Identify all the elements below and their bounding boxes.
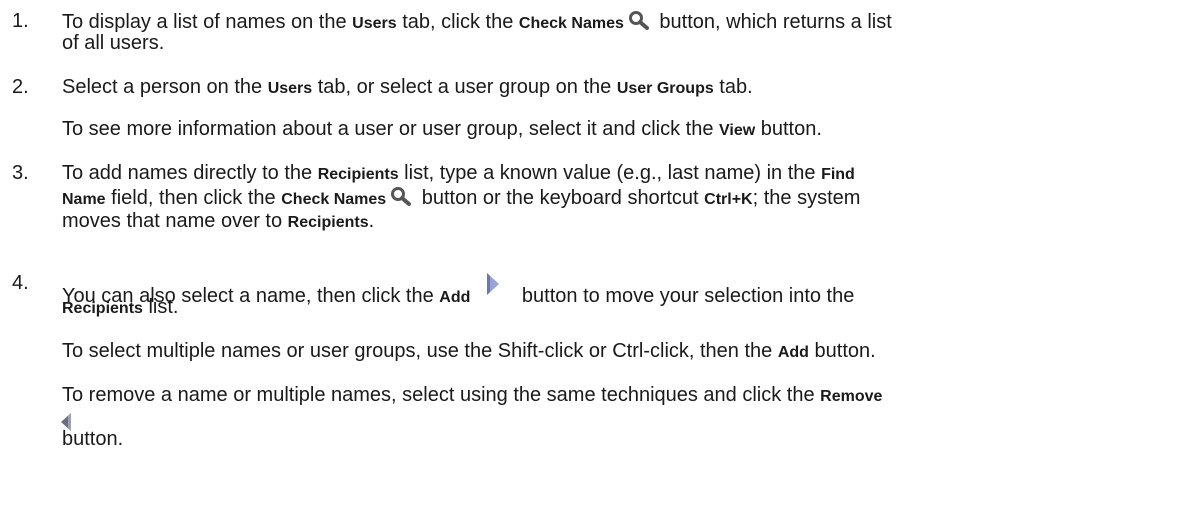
step-4-line-5: button. (62, 428, 124, 450)
search-icon (628, 10, 650, 36)
find-name-label: Name (62, 191, 106, 208)
step-3-text: button or the keyboard shortcut (416, 187, 705, 209)
step-4-text: To select multiple names or user groups,… (62, 340, 778, 362)
users-tab-label: Users (352, 15, 397, 32)
check-names-label: Check Names (281, 191, 387, 208)
step-3-number: 3. (12, 162, 29, 184)
remove-button-label: Remove (820, 388, 883, 405)
step-2-text: tab. (713, 76, 753, 98)
step-2-line-2: To see more information about a user or … (62, 118, 822, 141)
shortcut-label: Ctrl+K (704, 191, 753, 208)
step-3-text: To add names directly to the (62, 162, 318, 184)
recipients-label: Recipients (317, 166, 399, 183)
step-3-line-2: Name field, then click the Check Names b… (62, 186, 860, 212)
step-3-text: ; the system (752, 187, 861, 209)
step-4-line-4: To remove a name or multiple names, sele… (62, 384, 882, 407)
step-3-line-1: To add names directly to the Recipients … (62, 162, 855, 185)
search-icon (390, 186, 412, 212)
step-2-line-1: Select a person on the Users tab, or sel… (62, 76, 753, 99)
view-button-label: View (719, 122, 756, 139)
step-1-number: 1. (12, 10, 29, 32)
check-names-label: Check Names (518, 15, 624, 32)
step-2-text: Select a person on the (62, 76, 268, 98)
step-1-text: To display a list of names on the (62, 11, 353, 33)
step-3-text: field, then click the (105, 187, 282, 209)
recipients-label: Recipients (287, 214, 369, 231)
step-3-text: moves that name over to (62, 210, 288, 232)
step-4-line-1: You can also select a name, then click t… (62, 272, 854, 308)
step-4-line-3: To select multiple names or user groups,… (62, 340, 876, 363)
step-1-text: button, which returns a list (653, 11, 892, 33)
step-1-line-2: of all users. (62, 32, 165, 54)
step-4-text: To remove a name or multiple names, sele… (62, 384, 821, 406)
add-button-label: Add (439, 289, 471, 306)
step-2-text: button. (755, 118, 822, 140)
step-2-number: 2. (12, 76, 29, 98)
step-1-line-1: To display a list of names on the Users … (62, 10, 892, 36)
step-2-text: To see more information about a user or … (62, 118, 720, 140)
step-4-line-2: Recipients list. (62, 296, 178, 319)
recipients-label: Recipients (62, 300, 143, 317)
step-4-text: button to move your selection into the (516, 285, 855, 307)
step-3-line-3: moves that name over to Recipients. (62, 210, 374, 233)
step-4-text: list. (142, 296, 179, 318)
user-groups-tab-label: User Groups (616, 80, 714, 97)
add-button-label: Add (777, 344, 809, 361)
step-2-text: tab, or select a user group on the (312, 76, 617, 98)
step-4-text: button. (808, 340, 876, 362)
step-3-text: list, type a known value (e.g., last nam… (398, 162, 822, 184)
step-1-text: tab, click the (396, 11, 519, 33)
users-tab-label: Users (267, 80, 313, 97)
find-name-label: Find (821, 166, 855, 183)
step-4-number: 4. (12, 272, 29, 294)
add-arrow-icon (486, 272, 500, 302)
step-3-text: . (368, 210, 375, 232)
